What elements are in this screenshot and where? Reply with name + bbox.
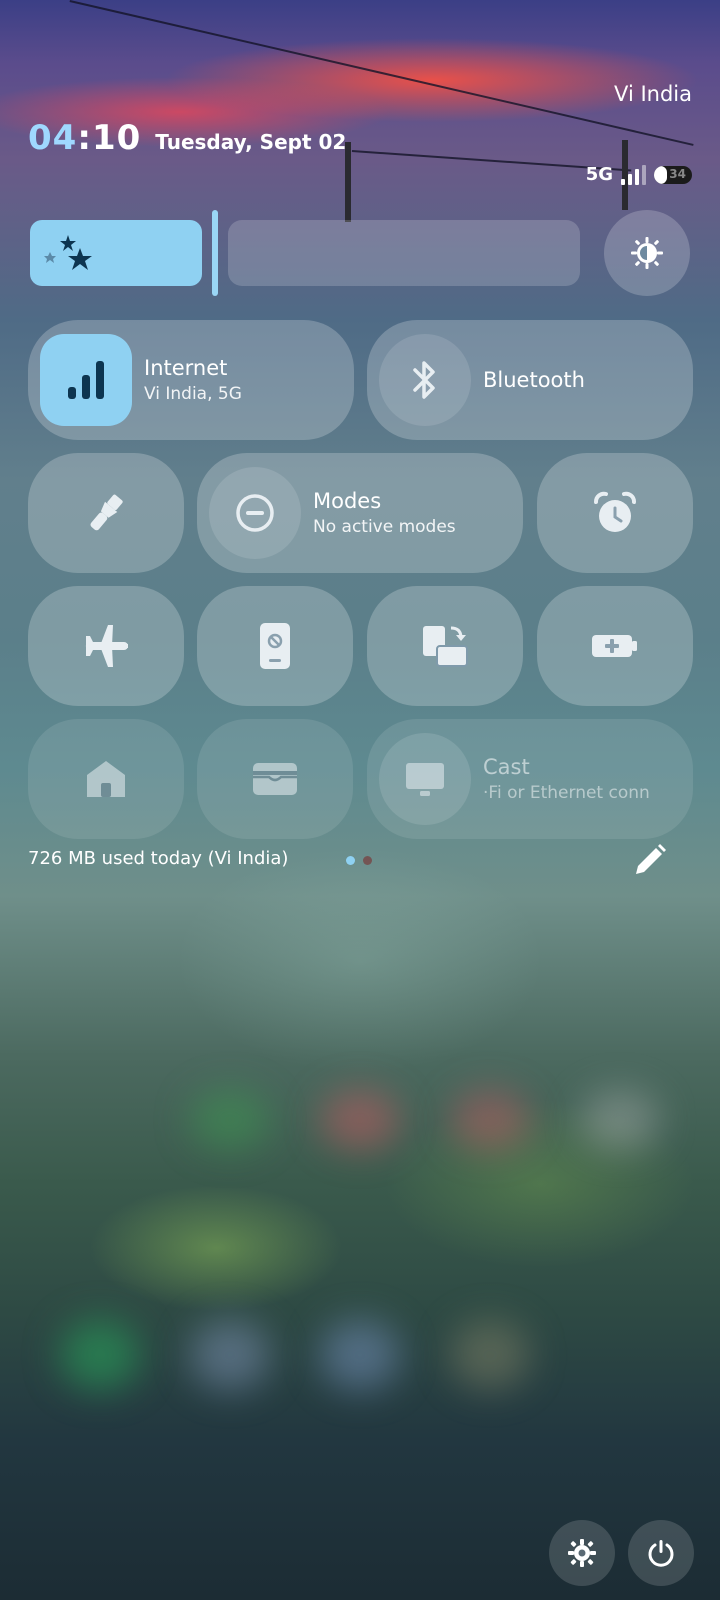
page-dot	[363, 856, 372, 865]
home-tile[interactable]	[28, 719, 184, 839]
page-indicator	[346, 856, 372, 865]
internet-toggle[interactable]	[40, 334, 132, 426]
stars-icon	[44, 235, 92, 270]
page-dot-active	[346, 856, 355, 865]
flashlight-icon	[90, 494, 123, 531]
cast-subtitle: ·Fi or Ethernet conn	[483, 783, 650, 803]
signal-bars-icon	[68, 361, 104, 399]
clock-hour: 04	[28, 118, 78, 158]
cast-toggle[interactable]	[379, 733, 471, 825]
settings-button[interactable]	[549, 1520, 615, 1586]
battery-saver-tile[interactable]	[537, 586, 693, 706]
flashlight-tile[interactable]	[28, 453, 184, 573]
brightness-icon	[631, 237, 663, 269]
screen-rotate-tile[interactable]	[367, 586, 523, 706]
cast-tile[interactable]: Cast ·Fi or Ethernet conn	[367, 719, 693, 839]
cast-title: Cast	[483, 755, 530, 779]
airplane-icon	[84, 625, 128, 667]
clock[interactable]: 04:10	[28, 118, 141, 158]
status-icons: 5G 34	[586, 164, 692, 185]
signal-strength-icon	[621, 164, 646, 185]
bluetooth-toggle[interactable]	[379, 334, 471, 426]
battery-icon: 34	[654, 165, 692, 184]
alarm-tile[interactable]	[537, 453, 693, 573]
brightness-row	[30, 210, 690, 296]
do-not-disturb-icon	[236, 494, 274, 532]
screen-rotate-icon	[423, 626, 468, 667]
date-label[interactable]: Tuesday, Sept 02	[155, 130, 346, 154]
internet-title: Internet	[144, 356, 228, 380]
wallet-tile[interactable]	[197, 719, 353, 839]
carrier-label: Vi India	[614, 82, 692, 106]
brightness-slider-track[interactable]	[228, 220, 580, 286]
power-icon	[648, 1540, 674, 1567]
qs-footer: 726 MB used today (Vi India)	[28, 844, 668, 878]
internet-subtitle: Vi India, 5G	[144, 384, 242, 404]
settings-icon	[568, 1539, 596, 1567]
internet-tile[interactable]: Internet Vi India, 5G	[28, 320, 354, 440]
phone-rotate-lock-icon	[260, 623, 290, 669]
cast-icon	[406, 763, 444, 796]
battery-saver-icon	[592, 635, 637, 657]
modes-subtitle: No active modes	[313, 517, 456, 537]
airplane-mode-tile[interactable]	[28, 586, 184, 706]
brightness-slider-handle[interactable]	[212, 210, 218, 296]
wallet-icon	[253, 763, 297, 795]
alarm-icon	[594, 491, 636, 532]
battery-percent: 34	[669, 166, 686, 181]
data-usage-label[interactable]: 726 MB used today (Vi India)	[28, 848, 288, 869]
rotation-lock-tile[interactable]	[197, 586, 353, 706]
power-button[interactable]	[628, 1520, 694, 1586]
bluetooth-title: Bluetooth	[483, 368, 585, 392]
edit-tiles-button[interactable]	[632, 842, 668, 882]
clock-minute: 10	[91, 118, 142, 158]
modes-title: Modes	[313, 489, 382, 513]
network-type: 5G	[585, 164, 613, 185]
modes-tile[interactable]: Modes No active modes	[197, 453, 523, 573]
auto-brightness-button[interactable]	[604, 210, 690, 296]
modes-toggle[interactable]	[209, 467, 301, 559]
bluetooth-icon	[413, 361, 435, 399]
clock-date: 04:10 Tuesday, Sept 02	[28, 118, 346, 158]
bluetooth-tile[interactable]: Bluetooth	[367, 320, 693, 440]
edit-pencil-icon	[636, 844, 666, 874]
brightness-slider-fill[interactable]	[30, 220, 202, 286]
home-icon	[87, 761, 125, 797]
